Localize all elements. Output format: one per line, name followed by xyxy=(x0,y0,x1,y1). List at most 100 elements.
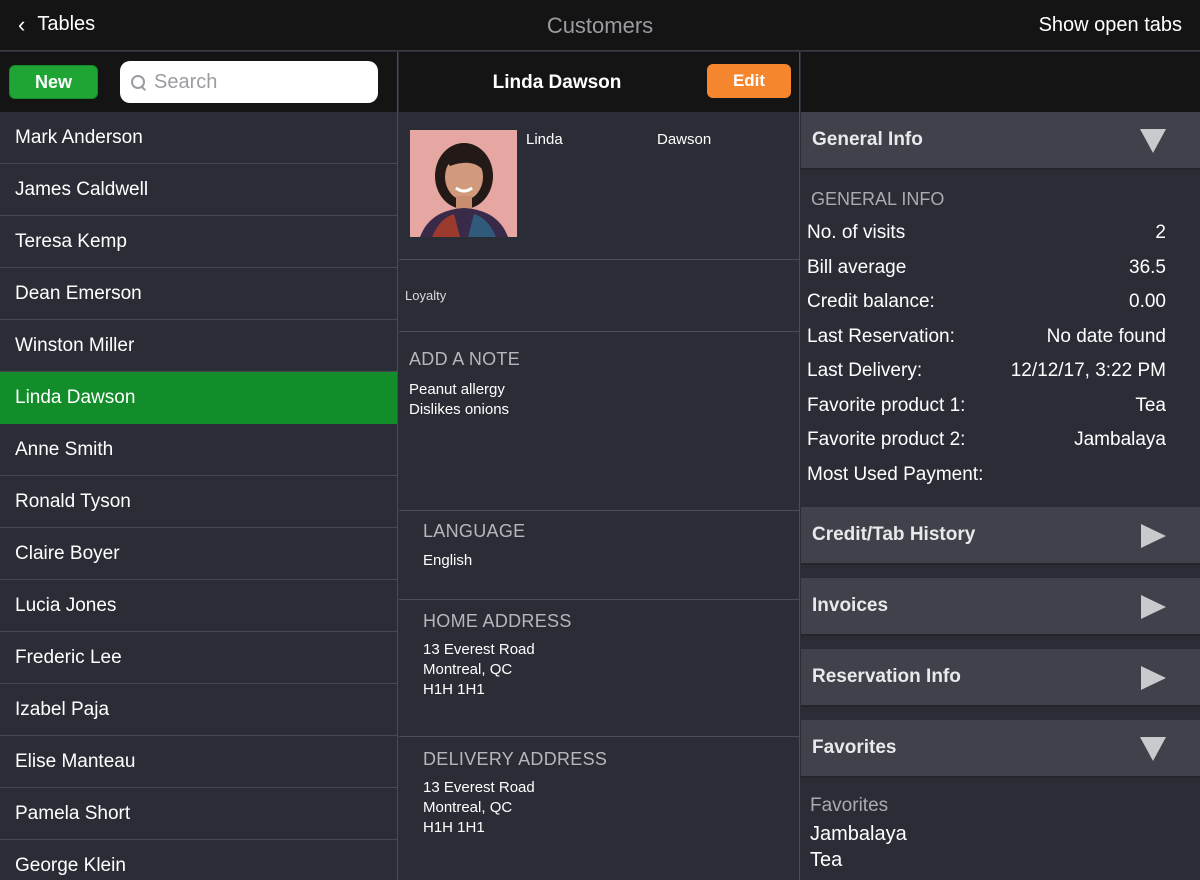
show-open-tabs-button[interactable]: Show open tabs xyxy=(1039,14,1182,37)
customer-info-panel: General Info GENERAL INFO No. of visits 2… xyxy=(801,52,1200,880)
general-info-row: Bill average 36.5 xyxy=(807,251,1166,286)
edit-button[interactable]: Edit xyxy=(707,64,791,98)
address-line: Montreal, QC xyxy=(423,661,513,678)
customer-list-item[interactable]: Ronald Tyson xyxy=(0,476,397,528)
note-line: Dislikes onions xyxy=(409,401,510,418)
info-value: 12/12/17, 3:22 PM xyxy=(1010,360,1166,382)
general-info-title: GENERAL INFO xyxy=(811,189,945,209)
info-label: Last Delivery: xyxy=(807,360,923,382)
delivery-address-title: DELIVERY ADDRESS xyxy=(423,749,608,769)
caret-right-icon xyxy=(1141,524,1166,548)
caret-down-icon xyxy=(1140,129,1166,153)
reservation-info-accordion[interactable]: Reservation Info xyxy=(801,649,1200,707)
last-name: Dawson xyxy=(657,131,712,148)
invoices-header: Invoices xyxy=(812,595,889,616)
info-value: Tea xyxy=(1135,394,1166,416)
customer-list-item[interactable]: Anne Smith xyxy=(0,424,397,476)
note-line: Peanut allergy xyxy=(409,381,505,398)
info-label: Favorite product 1: xyxy=(807,394,966,416)
loyalty-label: Loyalty xyxy=(405,288,447,303)
home-address-text: 13 Everest Road Montreal, QC H1H 1H1 xyxy=(423,640,799,700)
home-address-title: HOME ADDRESS xyxy=(423,611,572,631)
address-line: 13 Everest Road xyxy=(423,641,535,658)
address-line: 13 Everest Road xyxy=(423,779,535,796)
customer-list-item[interactable]: Linda Dawson xyxy=(0,372,397,424)
favorite-item: Jambalaya xyxy=(810,823,907,845)
customer-list-item[interactable]: Izabel Paja xyxy=(0,684,397,736)
address-line: Montreal, QC xyxy=(423,799,513,816)
new-customer-button[interactable]: New xyxy=(9,65,98,99)
customer-list-item[interactable]: Mark Anderson xyxy=(0,112,397,164)
note-section[interactable]: ADD A NOTE Peanut allergy Dislikes onion… xyxy=(399,332,799,511)
back-button[interactable]: ‹ Tables xyxy=(18,13,95,36)
info-label: Bill average xyxy=(807,256,907,278)
delivery-address-section[interactable]: DELIVERY ADDRESS 13 Everest Road Montrea… xyxy=(399,737,799,838)
info-label: Favorite product 2: xyxy=(807,429,966,451)
customer-list-item[interactable]: Dean Emerson xyxy=(0,268,397,320)
customer-list-item[interactable]: Claire Boyer xyxy=(0,528,397,580)
customer-list-item[interactable]: Frederic Lee xyxy=(0,632,397,684)
info-label: Last Reservation: xyxy=(807,325,955,347)
customer-name-heading: Linda Dawson xyxy=(492,72,622,93)
customer-list-item[interactable]: Winston Miller xyxy=(0,320,397,372)
favorites-header: Favorites xyxy=(812,737,897,758)
search-icon xyxy=(130,74,146,90)
general-info-body: GENERAL INFO No. of visits 2 Bill average 3… xyxy=(801,170,1200,507)
customer-list-panel: New Mark AndersonJames CaldwellTeresa Ke… xyxy=(0,52,398,880)
language-title: LANGUAGE xyxy=(423,521,526,541)
customer-photo[interactable] xyxy=(410,130,517,237)
general-info-row: Credit balance: 0.00 xyxy=(807,285,1166,320)
general-info-row: Last Delivery: 12/12/17, 3:22 PM xyxy=(807,354,1166,389)
language-value: English xyxy=(423,552,473,569)
first-name: Linda xyxy=(526,131,563,148)
avatar xyxy=(410,130,517,237)
info-panel-header xyxy=(801,52,1200,112)
address-line: H1H 1H1 xyxy=(423,819,485,836)
invoices-accordion[interactable]: Invoices xyxy=(801,578,1200,636)
note-text: Peanut allergy Dislikes onions xyxy=(409,380,799,420)
note-title: ADD A NOTE xyxy=(409,349,521,369)
general-info-row: Favorite product 1: Tea xyxy=(807,389,1166,424)
caret-right-icon xyxy=(1141,666,1166,690)
info-label: No. of visits xyxy=(807,222,906,244)
customer-list-item[interactable]: James Caldwell xyxy=(0,164,397,216)
favorites-accordion[interactable]: Favorites xyxy=(801,720,1200,778)
page-title: Customers xyxy=(546,13,654,38)
loyalty-section[interactable]: Loyalty xyxy=(399,260,799,332)
favorite-item: Tea xyxy=(810,849,843,871)
favorites-body: Favorites Jambalaya Tea xyxy=(801,778,1200,873)
search-input[interactable] xyxy=(154,70,364,94)
customer-list-item[interactable]: George Klein xyxy=(0,840,397,880)
address-line: H1H 1H1 xyxy=(423,681,485,698)
chevron-left-icon: ‹ xyxy=(18,11,26,37)
reservation-info-header: Reservation Info xyxy=(812,666,961,687)
customer-list-item[interactable]: Lucia Jones xyxy=(0,580,397,632)
profile-section: Linda Dawson xyxy=(399,112,799,260)
top-bar: ‹ Tables Customers Show open tabs xyxy=(0,0,1200,51)
general-info-row: Last Reservation: No date found xyxy=(807,320,1166,355)
language-section[interactable]: LANGUAGE English xyxy=(399,511,799,600)
customer-list-item[interactable]: Pamela Short xyxy=(0,788,397,840)
info-value: No date found xyxy=(1046,325,1166,347)
customer-list-item[interactable]: Teresa Kemp xyxy=(0,216,397,268)
general-info-accordion[interactable]: General Info xyxy=(801,112,1200,170)
customer-list: Mark Anderson James Caldwell Teresa Kemp De… xyxy=(0,112,397,880)
general-info-row: Most Used Payment: xyxy=(807,458,1166,493)
home-address-section[interactable]: HOME ADDRESS 13 Everest Road Montreal, Q… xyxy=(399,600,799,737)
info-value: Jambalaya xyxy=(1074,429,1166,451)
general-info-row: Favorite product 2: Jambalaya xyxy=(807,423,1166,458)
credit-tab-history-header: Credit/Tab History xyxy=(812,524,976,545)
info-label: Most Used Payment: xyxy=(807,463,984,485)
caret-right-icon xyxy=(1141,595,1166,619)
info-value: 0.00 xyxy=(1129,291,1166,313)
credit-tab-history-accordion[interactable]: Credit/Tab History xyxy=(801,507,1200,565)
back-label: Tables xyxy=(37,13,96,35)
general-info-header: General Info xyxy=(812,129,923,150)
general-info-rows: No. of visits 2 Bill average 36.5 Credit bal… xyxy=(807,216,1166,492)
customer-list-toolbar: New xyxy=(0,52,397,112)
search-box[interactable] xyxy=(120,61,378,103)
customer-list-item[interactable]: Elise Manteau xyxy=(0,736,397,788)
